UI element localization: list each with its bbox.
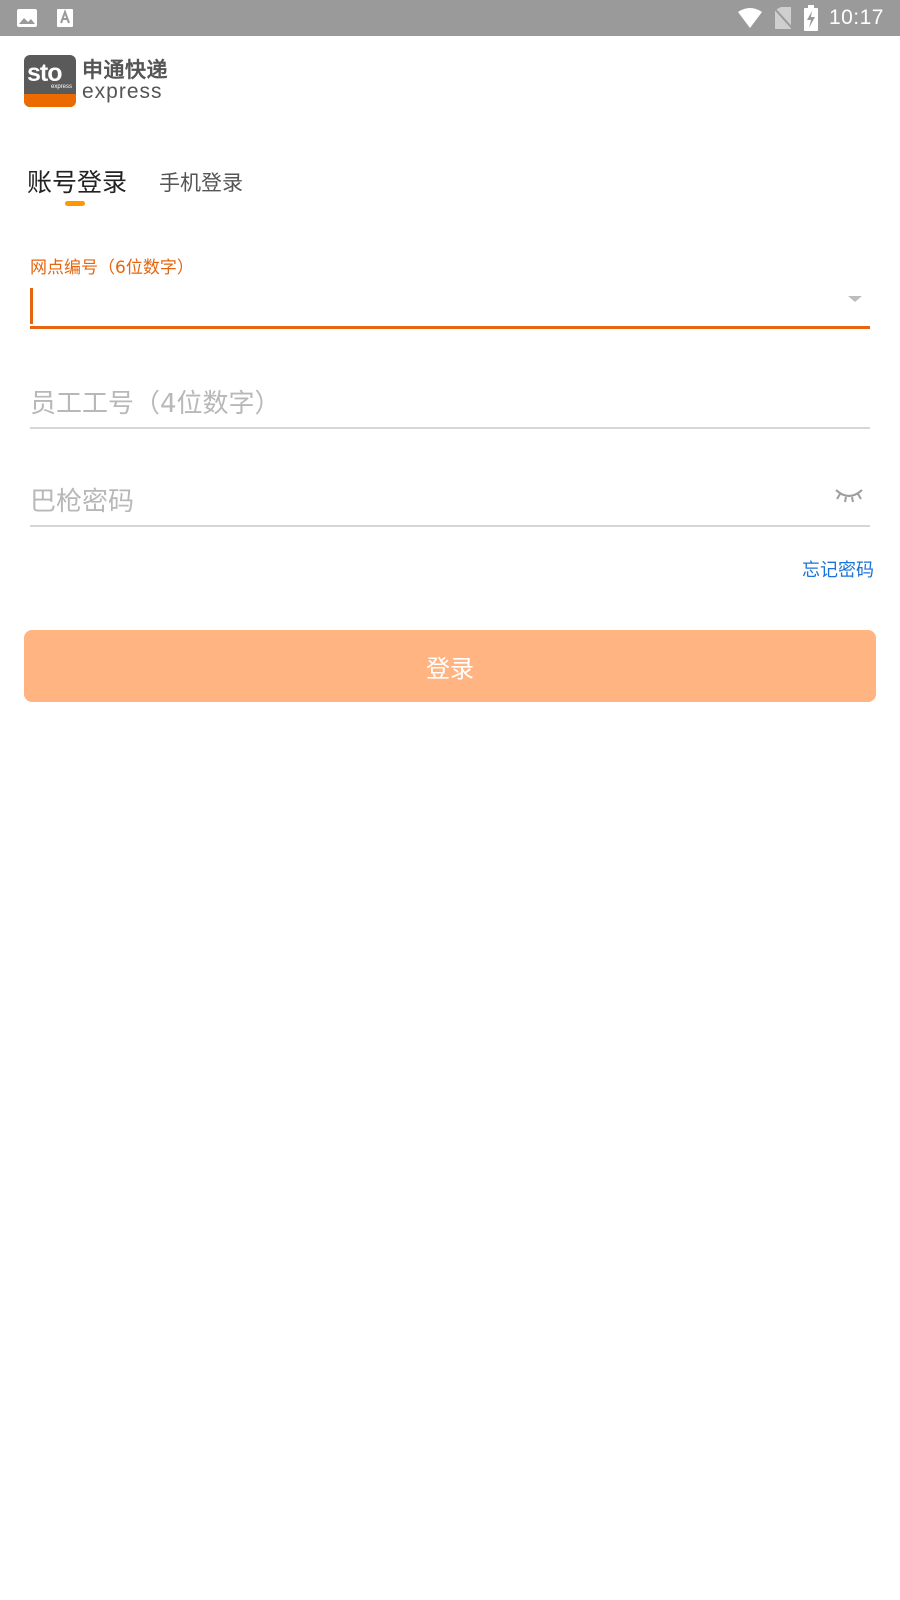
login-button[interactable]: 登录 <box>24 630 876 702</box>
network-id-label: 网点编号（6位数字） <box>30 258 194 278</box>
forgot-password-link[interactable]: 忘记密码 <box>802 556 874 582</box>
network-id-underline <box>30 326 870 329</box>
text-a-icon <box>57 9 73 27</box>
password-input[interactable] <box>30 478 820 526</box>
password-field <box>30 478 870 528</box>
no-sim-icon <box>773 7 793 29</box>
image-icon <box>17 9 37 27</box>
dropdown-arrow-icon[interactable] <box>848 296 862 302</box>
logo-name-cn: 申通快递 <box>82 58 168 82</box>
status-bar: 10:17 <box>0 0 900 36</box>
wifi-icon <box>737 8 762 28</box>
employee-id-underline <box>30 427 870 429</box>
battery-charging-icon <box>803 5 818 31</box>
status-time: 10:17 <box>828 6 884 29</box>
logo-mark-subtext: express <box>50 84 72 90</box>
logo-name-en: express <box>82 80 163 103</box>
active-tab-indicator <box>65 201 85 206</box>
eye-closed-icon[interactable] <box>834 485 864 505</box>
tab-account-login[interactable]: 账号登录 <box>27 163 127 199</box>
employee-id-input[interactable] <box>30 380 820 428</box>
logo-mark: sto express <box>24 55 76 107</box>
logo-mark-accent <box>24 94 76 107</box>
sto-express-logo: sto express 申通快递 express <box>24 55 174 107</box>
employee-id-field <box>30 380 870 430</box>
status-bar-left <box>16 8 76 28</box>
network-id-field[interactable]: 网点编号（6位数字） <box>30 253 870 333</box>
tab-phone-login[interactable]: 手机登录 <box>159 167 243 197</box>
password-underline <box>30 525 870 527</box>
text-cursor <box>30 288 33 324</box>
status-bar-right: 10:17 <box>737 5 884 31</box>
